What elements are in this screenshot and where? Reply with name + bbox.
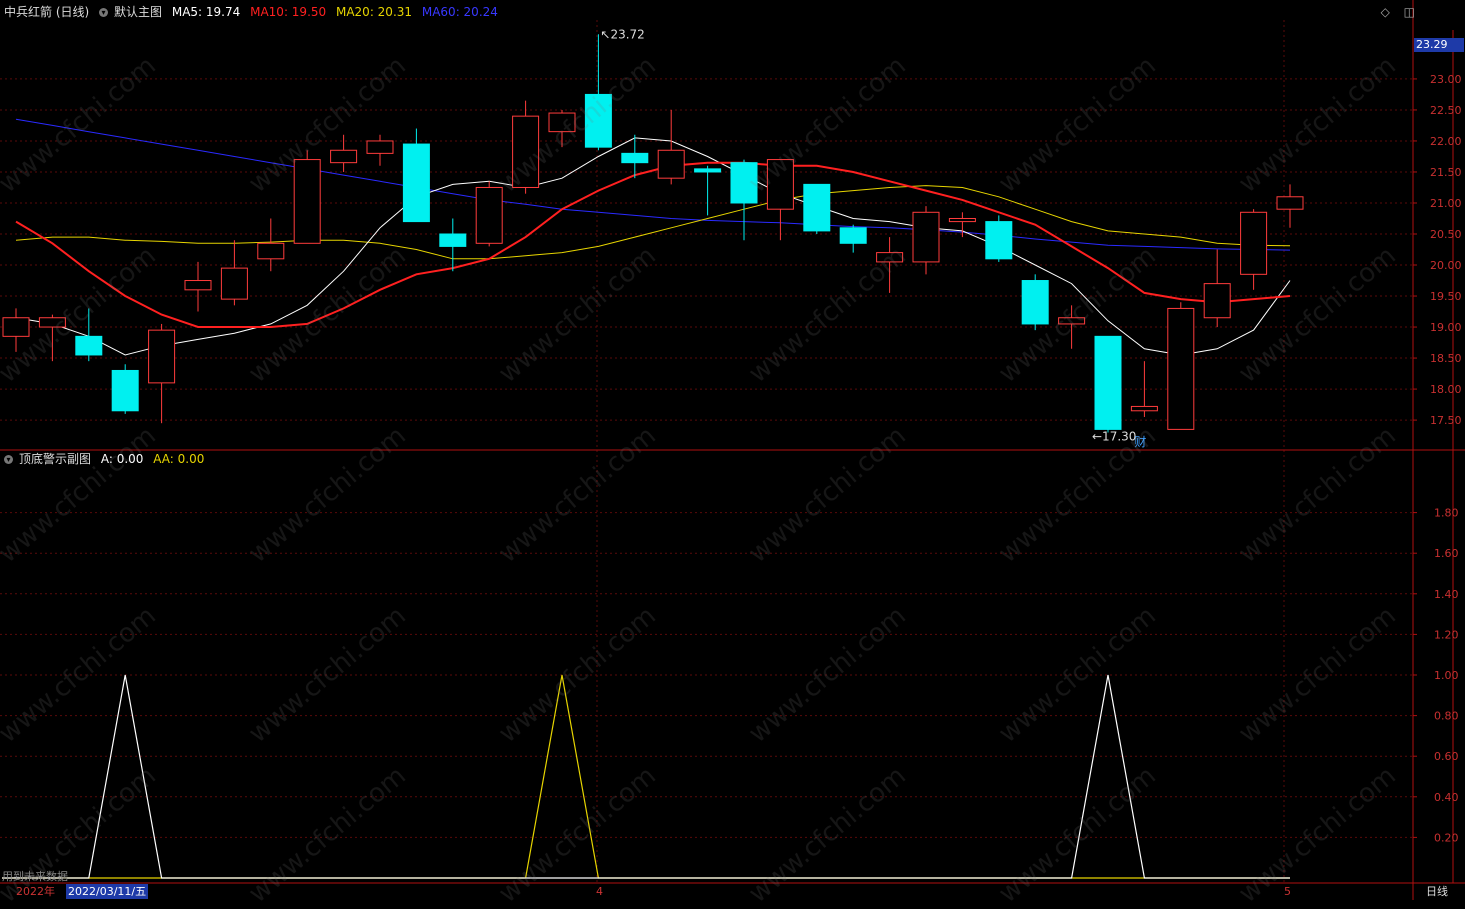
window-toggle-icon[interactable]: ◫ bbox=[1404, 5, 1415, 19]
price-axis-label: 23.00 bbox=[1430, 73, 1462, 86]
sub-axis-label: 1.60 bbox=[1434, 547, 1459, 560]
cursor-date: 2022/03/11/五 bbox=[66, 884, 149, 899]
candle-body bbox=[803, 183, 831, 232]
current-price-tag: 23.29 bbox=[1414, 38, 1464, 52]
candle-body bbox=[439, 233, 467, 247]
sub-axis-label: 1.40 bbox=[1434, 588, 1459, 601]
candle-body bbox=[1167, 307, 1195, 430]
candle-body bbox=[912, 211, 940, 263]
sub-indicator-selector[interactable]: ▾ 顶底警示副图 bbox=[4, 452, 91, 466]
candle-body bbox=[1130, 405, 1158, 412]
candle-body bbox=[111, 369, 139, 412]
ma20-label: MA20: 20.31 bbox=[335, 5, 413, 19]
month-label-4: 4 bbox=[596, 885, 603, 898]
candle-body bbox=[75, 335, 103, 356]
candle-body bbox=[1203, 283, 1231, 319]
sub-axis-label: 0.60 bbox=[1434, 750, 1459, 763]
chart-tools: ◇ ◫ bbox=[1371, 5, 1415, 19]
candle-body bbox=[38, 317, 66, 328]
candle-body bbox=[876, 252, 904, 263]
price-axis-label: 18.50 bbox=[1430, 352, 1462, 365]
candle-body bbox=[330, 149, 358, 164]
candle-body bbox=[839, 227, 867, 244]
main-chart-header: 中兵红箭 (日线) ▾ 默认主图 MA5: 19.74 MA10: 19.50 M… bbox=[4, 3, 504, 21]
candle-body bbox=[512, 115, 540, 188]
price-axis-label: 20.00 bbox=[1430, 259, 1462, 272]
candle-body bbox=[621, 152, 649, 164]
chevron-down-icon[interactable]: ▾ bbox=[99, 8, 109, 17]
price-axis-label: 20.50 bbox=[1430, 228, 1462, 241]
a-signal-line bbox=[2, 674, 1290, 879]
ma5-label: MA5: 19.74 bbox=[171, 5, 241, 19]
period-label[interactable]: 日线 bbox=[1426, 883, 1448, 900]
price-axis-label: 21.00 bbox=[1430, 197, 1462, 210]
candle-body bbox=[1276, 196, 1304, 210]
candle-body bbox=[694, 168, 722, 173]
a-value-label: A: 0.00 bbox=[100, 452, 144, 466]
sub-axis-label: 0.40 bbox=[1434, 791, 1459, 804]
sub-indicator-label: 顶底警示副图 bbox=[19, 452, 92, 466]
ma20-line bbox=[15, 185, 1291, 260]
price-axis-label: 19.50 bbox=[1430, 290, 1462, 303]
price-axis-label: 22.00 bbox=[1430, 135, 1462, 148]
low-price-label: ←17.30 bbox=[1092, 429, 1136, 443]
candle-body bbox=[1021, 280, 1049, 325]
stock-title[interactable]: 中兵红箭 (日线) bbox=[4, 5, 89, 19]
candle-body bbox=[1094, 335, 1122, 430]
price-axis-label: 21.50 bbox=[1430, 166, 1462, 179]
candle-body bbox=[366, 140, 394, 154]
candle-body bbox=[257, 242, 285, 260]
ma10-label: MA10: 19.50 bbox=[250, 5, 327, 19]
candle-body bbox=[220, 267, 248, 300]
price-axis-label: 19.00 bbox=[1430, 321, 1462, 334]
financial-report-marker[interactable]: 财 bbox=[1134, 435, 1146, 449]
candle-body bbox=[1058, 317, 1086, 325]
year-label: 2022年 bbox=[16, 885, 55, 898]
date-axis-bar: 2022年 2022/03/11/五 4 5 日线 bbox=[0, 883, 1465, 900]
sub-axis-label: 0.80 bbox=[1434, 710, 1459, 723]
price-axis-label: 17.50 bbox=[1430, 414, 1462, 427]
price-axis-label: 22.50 bbox=[1430, 104, 1462, 117]
sub-chart-header: ▾ 顶底警示副图 A: 0.00 AA: 0.00 bbox=[4, 450, 210, 468]
chevron-down-icon[interactable]: ▾ bbox=[4, 455, 13, 464]
candle-body bbox=[657, 149, 685, 179]
candle-body bbox=[475, 186, 503, 244]
candle-body bbox=[293, 159, 321, 244]
candle-body bbox=[402, 143, 430, 223]
sub-axis-label: 1.20 bbox=[1434, 628, 1459, 641]
ma60-line bbox=[15, 118, 1291, 251]
candle-body bbox=[148, 329, 176, 384]
high-price-label: ↖23.72 bbox=[600, 27, 644, 41]
chart-canvas[interactable]: ↖23.72 ←17.30财 23.00 22.50 22.00 21.50 21.00 2… bbox=[0, 0, 1465, 900]
candle-body bbox=[948, 217, 976, 223]
candle-body bbox=[184, 280, 212, 291]
candle-body bbox=[1240, 211, 1268, 275]
candle-body bbox=[730, 162, 758, 204]
candle-body bbox=[766, 159, 794, 210]
aa-signal-line bbox=[2, 674, 1290, 879]
candle-body bbox=[2, 317, 30, 337]
diamond-icon[interactable]: ◇ bbox=[1381, 5, 1390, 19]
month-label-5: 5 bbox=[1284, 885, 1291, 898]
main-chart-selector[interactable]: ▾ 默认主图 bbox=[99, 5, 162, 19]
price-axis-label: 18.00 bbox=[1430, 383, 1462, 396]
sub-axis-label: 0.20 bbox=[1434, 831, 1459, 844]
future-data-tip: 用到未来数据 bbox=[2, 870, 68, 883]
sub-axis-label: 1.00 bbox=[1434, 669, 1459, 682]
sub-axis-label: 1.80 bbox=[1434, 507, 1459, 520]
main-chart-label: 默认主图 bbox=[114, 5, 163, 19]
aa-value-label: AA: 0.00 bbox=[153, 452, 205, 466]
candle-body bbox=[985, 221, 1013, 260]
candle-body bbox=[584, 93, 612, 148]
candle-body bbox=[548, 112, 576, 133]
ma60-label: MA60: 20.24 bbox=[421, 5, 498, 19]
